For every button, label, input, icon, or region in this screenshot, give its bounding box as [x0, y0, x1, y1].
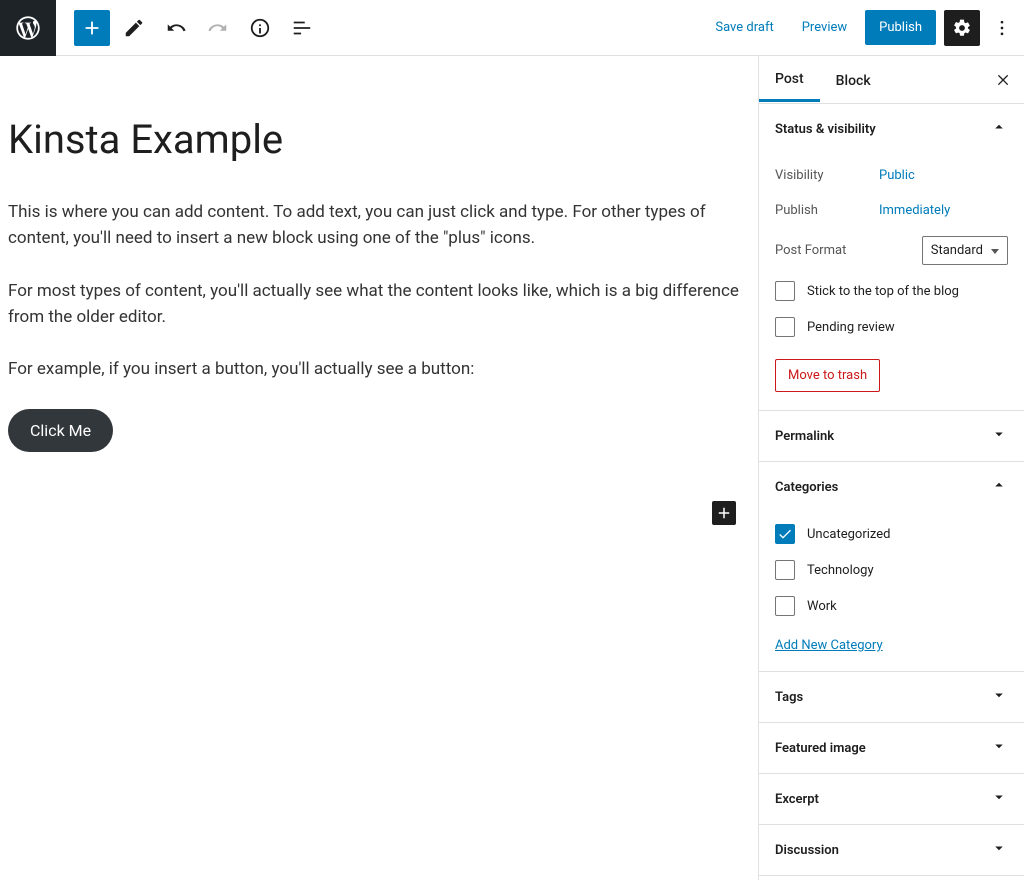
- outline-button[interactable]: [284, 10, 320, 46]
- category-label: Technology: [807, 563, 874, 578]
- add-new-category-link[interactable]: Add New Category: [775, 638, 883, 653]
- pending-checkbox[interactable]: [775, 317, 795, 337]
- close-sidebar-button[interactable]: [984, 56, 1024, 103]
- panel-title: Discussion: [775, 843, 839, 858]
- main-area: Kinsta Example This is where you can add…: [0, 56, 1024, 880]
- paragraph-block[interactable]: For most types of content, you'll actual…: [8, 278, 748, 331]
- visibility-label: Visibility: [775, 168, 879, 183]
- category-row: Work: [775, 588, 1008, 624]
- panel-categories: Categories Uncategorized Technology Work…: [759, 462, 1024, 672]
- panel-tags: Tags: [759, 672, 1024, 723]
- panel-header-permalink[interactable]: Permalink: [759, 411, 1024, 461]
- panel-body-categories: Uncategorized Technology Work Add New Ca…: [759, 512, 1024, 671]
- publish-button[interactable]: Publish: [865, 10, 936, 45]
- panel-header-featured[interactable]: Featured image: [759, 723, 1024, 773]
- panel-header-tags[interactable]: Tags: [759, 672, 1024, 722]
- panel-title: Categories: [775, 480, 838, 495]
- panel-header-excerpt[interactable]: Excerpt: [759, 774, 1024, 824]
- category-label: Work: [807, 599, 837, 614]
- panel-title: Status & visibility: [775, 122, 876, 137]
- panel-permalink: Permalink: [759, 411, 1024, 462]
- category-checkbox[interactable]: [775, 560, 795, 580]
- panel-header-categories[interactable]: Categories: [759, 462, 1024, 512]
- paragraph-block[interactable]: This is where you can add content. To ad…: [8, 199, 748, 252]
- settings-sidebar: Post Block Status & visibility Visibilit…: [758, 56, 1024, 880]
- panel-title: Featured image: [775, 741, 866, 756]
- tab-block[interactable]: Block: [820, 59, 887, 101]
- visibility-value[interactable]: Public: [879, 168, 915, 183]
- add-block-inline-button[interactable]: [712, 501, 736, 525]
- panel-header-layout[interactable]: Layout: [759, 876, 1024, 880]
- row-visibility: Visibility Public: [775, 158, 1008, 193]
- button-block[interactable]: Click Me: [8, 409, 113, 452]
- post-title[interactable]: Kinsta Example: [8, 116, 750, 163]
- panel-header-discussion[interactable]: Discussion: [759, 825, 1024, 875]
- toolbar-right: Save draft Preview Publish: [705, 10, 1016, 46]
- tab-post[interactable]: Post: [759, 57, 820, 102]
- row-post-format: Post Format Standard: [775, 228, 1008, 273]
- paragraph-block[interactable]: For example, if you insert a button, you…: [8, 356, 748, 382]
- category-row: Technology: [775, 552, 1008, 588]
- row-pending-review: Pending review: [775, 309, 1008, 345]
- panel-layout: Layout: [759, 876, 1024, 880]
- publish-value[interactable]: Immediately: [879, 203, 950, 218]
- toolbar-left: [56, 10, 320, 46]
- save-draft-button[interactable]: Save draft: [705, 12, 783, 43]
- chevron-down-icon: [990, 425, 1008, 447]
- redo-button[interactable]: [200, 10, 236, 46]
- category-checkbox[interactable]: [775, 524, 795, 544]
- chevron-up-icon: [990, 476, 1008, 498]
- row-publish: Publish Immediately: [775, 193, 1008, 228]
- chevron-up-icon: [990, 118, 1008, 140]
- panel-excerpt: Excerpt: [759, 774, 1024, 825]
- undo-button[interactable]: [158, 10, 194, 46]
- category-checkbox[interactable]: [775, 596, 795, 616]
- panel-header-status[interactable]: Status & visibility: [759, 104, 1024, 154]
- panel-title: Permalink: [775, 429, 834, 444]
- panel-featured-image: Featured image: [759, 723, 1024, 774]
- panel-title: Excerpt: [775, 792, 819, 807]
- chevron-down-icon: [990, 686, 1008, 708]
- panel-body-status: Visibility Public Publish Immediately Po…: [759, 154, 1024, 410]
- category-row: Uncategorized: [775, 516, 1008, 552]
- chevron-down-icon: [990, 737, 1008, 759]
- post-format-select[interactable]: Standard: [922, 236, 1008, 265]
- category-label: Uncategorized: [807, 527, 890, 542]
- chevron-down-icon: [990, 788, 1008, 810]
- info-button[interactable]: [242, 10, 278, 46]
- top-toolbar: Save draft Preview Publish: [0, 0, 1024, 56]
- panel-title: Tags: [775, 690, 803, 705]
- panel-discussion: Discussion: [759, 825, 1024, 876]
- row-stick-top: Stick to the top of the blog: [775, 273, 1008, 309]
- stick-checkbox[interactable]: [775, 281, 795, 301]
- panel-status-visibility: Status & visibility Visibility Public Pu…: [759, 104, 1024, 411]
- add-block-button[interactable]: [74, 10, 110, 46]
- pending-label: Pending review: [807, 320, 895, 335]
- editor-canvas[interactable]: Kinsta Example This is where you can add…: [0, 56, 758, 880]
- more-options-button[interactable]: [988, 10, 1016, 46]
- move-to-trash-button[interactable]: Move to trash: [775, 359, 880, 392]
- sidebar-tabs: Post Block: [759, 56, 1024, 104]
- button-block-wrap: Click Me: [8, 409, 750, 452]
- preview-button[interactable]: Preview: [792, 12, 857, 43]
- chevron-down-icon: [990, 839, 1008, 861]
- publish-label: Publish: [775, 203, 879, 218]
- format-label: Post Format: [775, 243, 846, 258]
- settings-button[interactable]: [944, 10, 980, 46]
- wordpress-logo[interactable]: [0, 0, 56, 56]
- stick-label: Stick to the top of the blog: [807, 284, 959, 299]
- edit-mode-button[interactable]: [116, 10, 152, 46]
